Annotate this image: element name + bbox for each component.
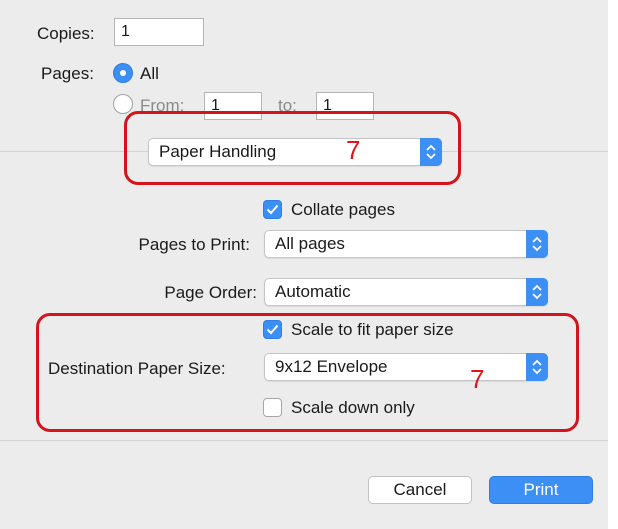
annotation-highlight-top <box>124 111 461 185</box>
collate-label: Collate pages <box>291 200 395 219</box>
annotation-highlight-bottom <box>36 313 579 432</box>
pages-range-radio[interactable] <box>113 94 133 114</box>
copies-label: Copies: <box>37 24 95 43</box>
pages-to-print-value: All pages <box>275 234 345 253</box>
page-order-label: Page Order: <box>164 283 257 302</box>
annotation-number-bottom: 7 <box>470 364 485 394</box>
section-divider-bottom <box>0 440 608 441</box>
pages-label: Pages: <box>41 64 94 83</box>
page-order-popup[interactable]: Automatic <box>264 278 548 306</box>
page-order-stepper-icon <box>526 278 548 306</box>
print-dialog: Copies: 1 Pages: All From: 1 to: 1 Paper… <box>0 0 608 529</box>
pages-to-print-stepper-icon <box>526 230 548 258</box>
pages-to-print-popup[interactable]: All pages <box>264 230 548 258</box>
print-button[interactable]: Print <box>489 476 593 504</box>
page-order-value: Automatic <box>275 282 351 301</box>
pages-to-print-label: Pages to Print: <box>138 235 250 254</box>
pages-all-label: All <box>140 64 159 83</box>
copies-field[interactable]: 1 <box>114 18 204 46</box>
pages-all-radio[interactable] <box>113 63 133 83</box>
cancel-button[interactable]: Cancel <box>368 476 472 504</box>
annotation-number-top: 7 <box>346 135 361 165</box>
collate-checkbox[interactable] <box>263 200 282 219</box>
